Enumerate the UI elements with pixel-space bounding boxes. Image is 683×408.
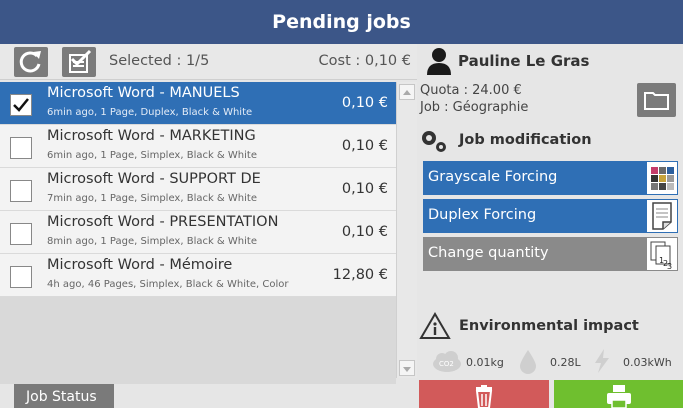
scroll-down-button[interactable] <box>399 360 415 376</box>
job-checkbox[interactable] <box>10 266 32 288</box>
co2-value: 0.01kg <box>466 356 504 369</box>
job-category-text: Job : Géographie <box>420 100 529 115</box>
recycle-info-icon <box>419 312 451 339</box>
select-all-button[interactable] <box>62 47 96 77</box>
total-cost: Cost : 0,10 € <box>318 53 411 69</box>
lightning-icon <box>595 349 609 373</box>
job-checkbox[interactable] <box>10 94 32 116</box>
quota-text: Quota : 24.00 € <box>420 83 522 98</box>
job-row[interactable]: Microsoft Word - SUPPORT DE 7min ago, 1 … <box>0 168 396 211</box>
job-meta: 6min ago, 1 Page, Simplex, Black & White <box>47 150 257 161</box>
selected-count: Selected : 1/5 <box>109 53 210 69</box>
co2-cloud-icon: CO2 <box>433 351 461 372</box>
job-name: Microsoft Word - MARKETING <box>47 128 256 144</box>
select-all-icon <box>69 49 92 73</box>
window-title: Pending jobs <box>0 0 683 44</box>
gears-icon <box>422 131 446 152</box>
refresh-icon <box>19 51 41 73</box>
copies-icon: 1 2 3 <box>647 238 677 271</box>
job-price: 0,10 € <box>341 224 388 240</box>
grayscale-forcing-button[interactable]: Grayscale Forcing <box>423 161 678 195</box>
job-price: 12,80 € <box>332 267 388 283</box>
user-name: Pauline Le Gras <box>458 52 590 70</box>
job-checkbox[interactable] <box>10 223 32 245</box>
change-quantity-label: Change quantity <box>428 245 549 261</box>
job-list-scrollbar[interactable] <box>396 82 417 378</box>
job-row[interactable]: Microsoft Word - PRESENTATION 8min ago, … <box>0 211 396 254</box>
job-meta: 6min ago, 1 Page, Duplex, Black & White <box>47 107 253 118</box>
arrow-up-icon <box>403 90 411 95</box>
trash-icon <box>475 385 493 408</box>
job-name: Microsoft Word - PRESENTATION <box>47 214 279 230</box>
job-list: Microsoft Word - MANUELS 6min ago, 1 Pag… <box>0 82 396 384</box>
printer-icon <box>607 385 631 408</box>
job-checkbox[interactable] <box>10 180 32 202</box>
environmental-impact-title: Environmental impact <box>459 318 639 334</box>
job-price: 0,10 € <box>341 95 388 111</box>
job-meta: 8min ago, 1 Page, Simplex, Black & White <box>47 236 257 247</box>
svg-text:3: 3 <box>667 262 672 270</box>
energy-value: 0.03kWh <box>623 356 672 369</box>
grayscale-forcing-label: Grayscale Forcing <box>428 169 558 185</box>
co2-badge-text: CO2 <box>439 360 454 368</box>
page-fold-icon <box>647 200 677 232</box>
job-name: Microsoft Word - SUPPORT DE <box>47 171 261 187</box>
job-row[interactable]: Microsoft Word - MANUELS 6min ago, 1 Pag… <box>0 82 396 125</box>
delete-job-button[interactable] <box>419 380 549 408</box>
job-row[interactable]: Microsoft Word - MARKETING 6min ago, 1 P… <box>0 125 396 168</box>
job-meta: 4h ago, 46 Pages, Simplex, Black & White… <box>47 279 289 290</box>
job-name: Microsoft Word - Mémoire <box>47 257 233 273</box>
folder-icon <box>644 92 669 110</box>
duplex-forcing-button[interactable]: Duplex Forcing <box>423 199 678 233</box>
job-list-toolbar: Selected : 1/5 Cost : 0,10 € <box>0 44 417 80</box>
water-drop-icon <box>520 350 536 374</box>
print-job-button[interactable] <box>554 380 683 408</box>
job-row[interactable]: Microsoft Word - Mémoire 4h ago, 46 Page… <box>0 254 396 297</box>
scroll-up-button[interactable] <box>399 84 415 100</box>
water-value: 0.28L <box>550 356 581 369</box>
arrow-down-icon <box>403 367 411 372</box>
user-icon <box>427 48 451 75</box>
job-modification-title: Job modification <box>459 132 592 148</box>
job-status-tab[interactable]: Job Status <box>14 384 114 408</box>
job-price: 0,10 € <box>341 138 388 154</box>
job-meta: 7min ago, 1 Page, Simplex, Black & White <box>47 193 257 204</box>
job-checkbox[interactable] <box>10 137 32 159</box>
refresh-button[interactable] <box>14 47 48 77</box>
duplex-forcing-label: Duplex Forcing <box>428 207 537 223</box>
change-quantity-button[interactable]: Change quantity 1 2 3 <box>423 237 678 271</box>
color-palette-icon <box>647 162 677 194</box>
job-price: 0,10 € <box>341 181 388 197</box>
checkmark-icon <box>13 98 29 112</box>
job-name: Microsoft Word - MANUELS <box>47 85 240 101</box>
folder-button[interactable] <box>637 83 676 117</box>
